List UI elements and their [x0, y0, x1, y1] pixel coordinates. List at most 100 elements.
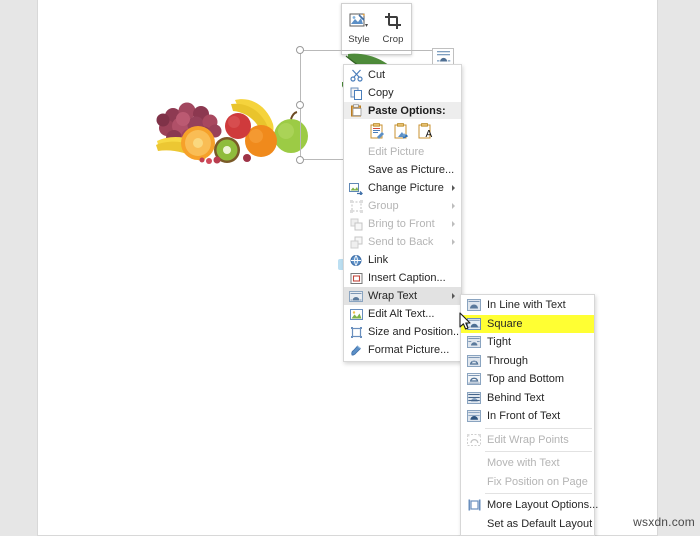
edit-wrap-points-icon — [466, 432, 482, 448]
menu-item-change-picture[interactable]: Change Picture — [344, 179, 461, 197]
menu-item-save-as-picture-label: Save as Picture... — [368, 164, 455, 176]
submenu-arrow-icon — [452, 185, 455, 191]
fruit-basket-image[interactable] — [143, 78, 323, 166]
submenu-item-behind-text[interactable]: Behind Text — [461, 389, 594, 408]
menu-item-size-and-position-label: Size and Position... — [368, 326, 463, 338]
svg-text:A: A — [425, 129, 432, 140]
menu-item-group: Group — [344, 197, 461, 215]
scissors-icon — [348, 67, 364, 83]
wrap-front-icon — [466, 408, 482, 424]
style-button[interactable]: Style — [342, 4, 376, 54]
submenu-item-through[interactable]: Through — [461, 352, 594, 371]
menu-header-paste-options: Paste Options: — [344, 102, 461, 119]
submenu-item-fix-position-on-page-label: Fix Position on Page — [487, 475, 588, 488]
menu-item-send-to-back-label: Send to Back — [368, 236, 434, 248]
menu-item-link-label: Link — [368, 254, 389, 266]
menu-item-cut[interactable]: Cut — [344, 66, 461, 84]
menu-item-edit-picture-label: Edit Picture — [368, 146, 425, 158]
link-icon — [348, 252, 364, 268]
size-position-icon — [348, 324, 364, 340]
crop-button-label: Crop — [382, 34, 404, 45]
submenu-item-tight[interactable]: Tight — [461, 333, 594, 352]
submenu-item-more-layout-options-label: More Layout Options... — [487, 499, 599, 512]
insert-caption-icon — [348, 270, 364, 286]
wrap-text-submenu[interactable]: In Line with Text Square Tight Through T… — [460, 294, 598, 536]
menu-item-save-as-picture[interactable]: Save as Picture... — [344, 161, 461, 179]
menu-item-format-picture[interactable]: Format Picture... — [344, 341, 461, 359]
paste-icon — [348, 103, 364, 119]
format-picture-icon — [348, 342, 364, 358]
menu-item-copy-label: Copy — [368, 87, 394, 99]
submenu-item-set-as-default-layout-label: Set as Default Layout — [487, 517, 593, 530]
menu-item-cut-label: Cut — [368, 69, 386, 81]
menu-item-copy[interactable]: Copy — [344, 84, 461, 102]
orange-half — [181, 126, 215, 160]
menu-item-insert-caption-label: Insert Caption... — [368, 272, 446, 284]
wrap-inline-icon — [466, 297, 482, 313]
picture-mini-toolbar[interactable]: Style Crop — [341, 3, 412, 55]
submenu-arrow-icon — [452, 203, 455, 209]
submenu-item-in-line-with-text[interactable]: In Line with Text — [461, 296, 594, 315]
menu-item-group-label: Group — [368, 200, 399, 212]
submenu-arrow-icon — [452, 239, 455, 245]
resize-handle-top-left[interactable] — [296, 46, 304, 54]
menu-item-link[interactable]: Link — [344, 251, 461, 269]
submenu-item-fix-position-on-page: Fix Position on Page — [461, 473, 594, 492]
wrap-text-icon — [348, 288, 364, 304]
submenu-separator-1 — [485, 427, 592, 429]
picture-icon[interactable] — [392, 122, 409, 140]
resize-handle-bottom-left[interactable] — [296, 156, 304, 164]
menu-item-size-and-position[interactable]: Size and Position... — [344, 323, 463, 341]
menu-item-bring-to-front-label: Bring to Front — [368, 218, 435, 230]
keep-text-only-icon[interactable]: A — [416, 122, 433, 140]
submenu-item-square[interactable]: Square — [461, 314, 594, 333]
submenu-item-more-layout-options[interactable]: More Layout Options... — [461, 496, 598, 515]
menu-item-edit-alt-text[interactable]: Edit Alt Text... — [344, 305, 461, 323]
picture-context-menu[interactable]: Cut Copy Paste Options: A Edit Picture S… — [343, 64, 462, 362]
submenu-item-set-as-default-layout[interactable]: Set as Default Layout — [461, 515, 594, 534]
submenu-item-move-with-text: Move with Text — [461, 454, 594, 473]
paste-options-row[interactable]: A — [344, 119, 461, 143]
menu-item-format-picture-label: Format Picture... — [368, 344, 450, 356]
resize-handle-middle-left[interactable] — [296, 101, 304, 109]
submenu-separator-2 — [485, 451, 592, 452]
submenu-item-in-line-with-text-label: In Line with Text — [487, 299, 566, 312]
bring-to-front-icon — [348, 216, 364, 232]
red-apple — [225, 113, 251, 139]
submenu-item-move-with-text-label: Move with Text — [487, 457, 560, 470]
crop-icon — [384, 9, 402, 33]
submenu-item-top-and-bottom[interactable]: Top and Bottom — [461, 370, 594, 389]
submenu-item-in-front-of-text[interactable]: In Front of Text — [461, 407, 594, 426]
crop-button[interactable]: Crop — [376, 4, 410, 54]
wrap-top-bottom-icon — [466, 371, 482, 387]
menu-item-edit-alt-text-label: Edit Alt Text... — [368, 308, 435, 320]
submenu-item-edit-wrap-points-label: Edit Wrap Points — [487, 433, 569, 446]
menu-header-paste-options-label: Paste Options: — [368, 104, 446, 117]
menu-item-wrap-text[interactable]: Wrap Text — [344, 287, 461, 305]
submenu-item-edit-wrap-points: Edit Wrap Points — [461, 431, 594, 450]
document-page[interactable]: Style Crop Cut Copy Paste Options: A Edi… — [38, 0, 657, 536]
menu-item-bring-to-front: Bring to Front — [344, 215, 461, 233]
submenu-item-through-label: Through — [487, 354, 528, 367]
save-as-picture-icon — [348, 162, 364, 178]
menu-item-insert-caption[interactable]: Insert Caption... — [344, 269, 461, 287]
edit-picture-icon — [348, 144, 364, 160]
style-button-label: Style — [348, 34, 370, 45]
group-icon — [348, 198, 364, 214]
wrap-behind-icon — [466, 390, 482, 406]
move-with-text-icon — [466, 455, 482, 471]
submenu-separator-3 — [485, 493, 592, 494]
wrap-through-icon — [466, 353, 482, 369]
submenu-arrow-icon — [452, 293, 455, 299]
more-layout-options-icon — [466, 497, 482, 513]
submenu-item-tight-label: Tight — [487, 336, 512, 349]
menu-item-edit-picture: Edit Picture — [344, 143, 461, 161]
set-default-layout-icon — [466, 516, 482, 532]
wrap-square-icon — [466, 316, 482, 332]
submenu-arrow-icon — [452, 221, 455, 227]
copy-icon — [348, 85, 364, 101]
keep-source-formatting-icon[interactable] — [368, 122, 385, 140]
menu-item-change-picture-label: Change Picture — [368, 182, 444, 194]
submenu-item-in-front-of-text-label: In Front of Text — [487, 410, 561, 423]
fix-position-icon — [466, 474, 482, 490]
